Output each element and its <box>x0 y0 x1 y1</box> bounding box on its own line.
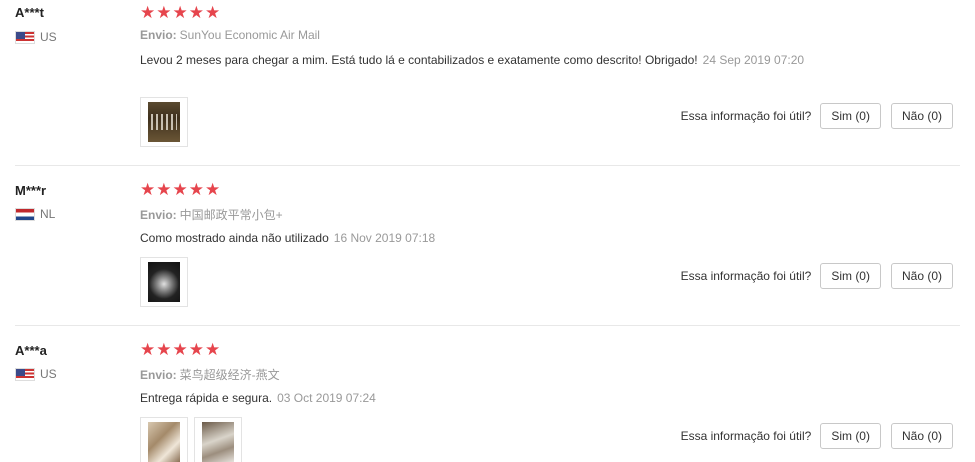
review-item: A***t US ★★★★★ Envio: SunYou Economic Air… <box>0 0 975 166</box>
helpful-vote: Essa informação foi útil? Sim (0) Não (0… <box>681 103 953 129</box>
star-rating: ★★★★★ <box>140 180 222 199</box>
review-photos <box>140 97 188 147</box>
reviewer-name: A***a <box>15 343 47 358</box>
shipping-label: Envio: <box>140 368 177 382</box>
helpful-yes-button[interactable]: Sim (0) <box>820 423 881 449</box>
reviewer-country: US <box>15 367 57 381</box>
helpful-vote: Essa informação foi útil? Sim (0) Não (0… <box>681 423 953 449</box>
photo-image <box>148 262 180 302</box>
review-item: A***a US ★★★★★ Envio: 菜鸟超级经济-燕文 Entrega r… <box>0 326 975 462</box>
shipping-info: Envio: 中国邮政平常小包+ <box>140 206 283 223</box>
helpful-vote: Essa informação foi útil? Sim (0) Não (0… <box>681 263 953 289</box>
country-code: NL <box>40 207 56 221</box>
photo-image <box>148 102 180 142</box>
review-photos <box>140 257 188 307</box>
review-comment: Levou 2 meses para chegar a mim. Está tu… <box>140 53 698 67</box>
reviewer-country: US <box>15 30 57 44</box>
reviewer-country: NL <box>15 207 55 221</box>
helpful-question: Essa informação foi útil? <box>680 109 812 123</box>
review-photo-thumbnail[interactable] <box>194 417 242 462</box>
helpful-no-button[interactable]: Não (0) <box>890 423 953 449</box>
helpful-yes-button[interactable]: Sim (0) <box>820 263 881 289</box>
star-rating: ★★★★★ <box>140 340 222 359</box>
helpful-no-button[interactable]: Não (0) <box>890 103 953 129</box>
helpful-no-button[interactable]: Não (0) <box>890 263 953 289</box>
shipping-label: Envio: <box>140 28 177 42</box>
country-code: US <box>40 30 57 44</box>
review-photo-thumbnail[interactable] <box>140 97 188 147</box>
helpful-yes-button[interactable]: Sim (0) <box>820 103 881 129</box>
review-text: Entrega rápida e segura. 03 Oct 2019 07:2… <box>140 390 860 407</box>
country-code: US <box>40 367 57 381</box>
shipping-label: Envio: <box>140 208 177 222</box>
reviewer-name: M***r <box>15 183 47 198</box>
helpful-question: Essa informação foi útil? <box>680 269 812 283</box>
photo-image <box>202 422 234 462</box>
review-photos <box>140 417 242 462</box>
review-photo-thumbnail[interactable] <box>140 257 188 307</box>
review-text: Levou 2 meses para chegar a mim. Está tu… <box>140 52 860 69</box>
helpful-question: Essa informação foi útil? <box>680 429 812 443</box>
us-flag-icon <box>15 367 35 381</box>
star-rating: ★★★★★ <box>140 3 222 22</box>
shipping-info: Envio: 菜鸟超级经济-燕文 <box>140 366 280 383</box>
review-text: Como mostrado ainda não utilizado 16 Nov … <box>140 230 860 247</box>
review-date: 24 Sep 2019 07:20 <box>702 53 805 67</box>
photo-image <box>148 422 180 462</box>
nl-flag-icon <box>15 207 35 221</box>
shipping-method: 菜鸟超级经济-燕文 <box>179 368 280 382</box>
review-comment: Entrega rápida e segura. <box>140 391 273 405</box>
us-flag-icon <box>15 30 35 44</box>
review-item: M***r NL ★★★★★ Envio: 中国邮政平常小包+ Como most… <box>0 166 975 326</box>
review-photo-thumbnail[interactable] <box>140 417 188 462</box>
shipping-method: SunYou Economic Air Mail <box>179 28 320 42</box>
reviewer-name: A***t <box>15 5 44 20</box>
review-date: 16 Nov 2019 07:18 <box>333 231 436 245</box>
review-date: 03 Oct 2019 07:24 <box>277 391 376 405</box>
review-comment: Como mostrado ainda não utilizado <box>140 231 329 245</box>
shipping-method: 中国邮政平常小包+ <box>179 208 283 222</box>
shipping-info: Envio: SunYou Economic Air Mail <box>140 28 320 42</box>
